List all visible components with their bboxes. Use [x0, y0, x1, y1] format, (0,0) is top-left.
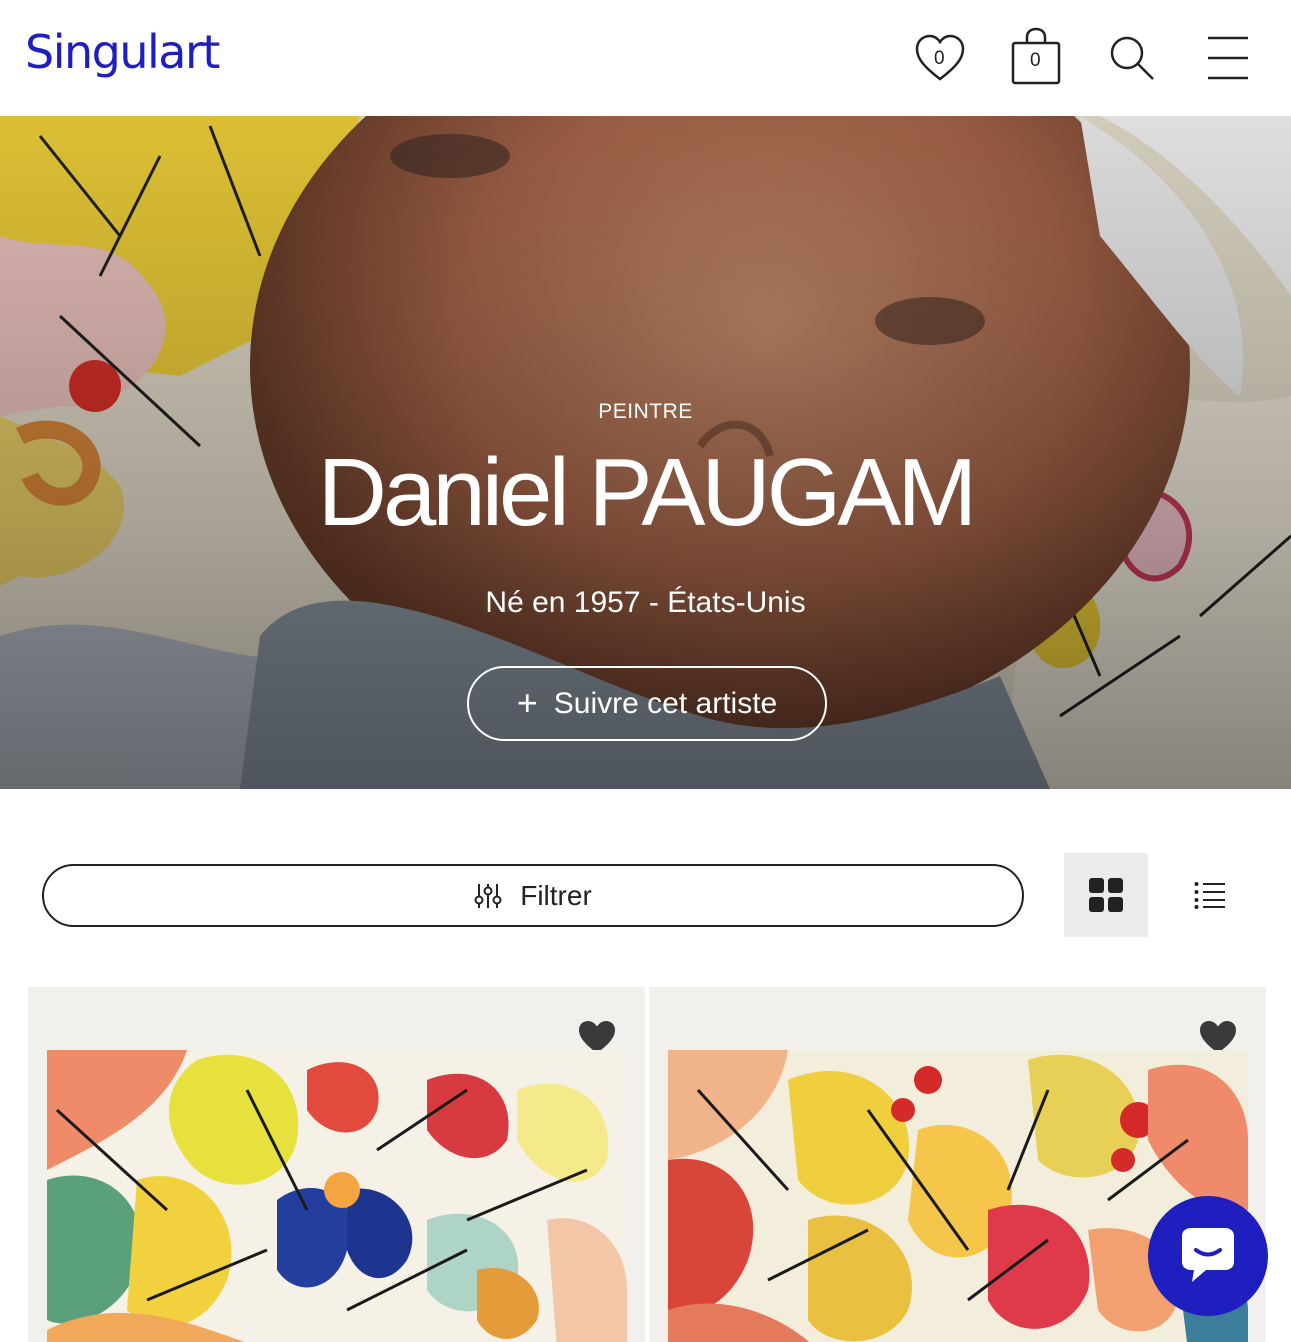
artist-hero: PEINTRE Daniel PAUGAM Né en 1957 - États…: [0, 116, 1291, 789]
artwork-image: [668, 1050, 1248, 1342]
grid-icon: [1089, 878, 1123, 912]
menu-button[interactable]: [1198, 28, 1258, 88]
grid-view-toggle[interactable]: [1064, 853, 1148, 937]
cart-button[interactable]: 0: [1006, 27, 1066, 88]
site-logo[interactable]: Singulart: [25, 24, 220, 80]
sliders-icon: [474, 883, 502, 908]
artist-origin: Né en 1957 - États-Unis: [485, 586, 806, 619]
hero-content: PEINTRE Daniel PAUGAM Né en 1957 - États…: [0, 116, 1291, 789]
artist-name: Daniel PAUGAM: [317, 439, 978, 546]
chat-support-button[interactable]: [1148, 1196, 1268, 1316]
wishlist-count: 0: [934, 48, 945, 69]
chat-bubble-icon: [1182, 1228, 1234, 1282]
filter-button[interactable]: Filtrer: [42, 864, 1024, 927]
list-view-toggle[interactable]: [1168, 853, 1252, 937]
list-icon: [1194, 882, 1225, 909]
wishlist-button[interactable]: 0: [910, 28, 970, 88]
search-icon: [1110, 36, 1154, 80]
hamburger-menu-icon: [1208, 36, 1248, 80]
artwork-image: [47, 1050, 627, 1342]
artwork-card[interactable]: [28, 987, 645, 1342]
site-header: Singulart 0 0: [0, 0, 1291, 116]
follow-artist-label: Suivre cet artiste: [553, 686, 778, 720]
filter-label: Filtrer: [520, 879, 592, 911]
artist-discipline: PEINTRE: [598, 400, 693, 423]
plus-icon: +: [516, 681, 538, 723]
follow-artist-button[interactable]: + Suivre cet artiste: [467, 666, 827, 741]
cart-count: 0: [1030, 50, 1041, 71]
search-button[interactable]: [1102, 28, 1162, 88]
